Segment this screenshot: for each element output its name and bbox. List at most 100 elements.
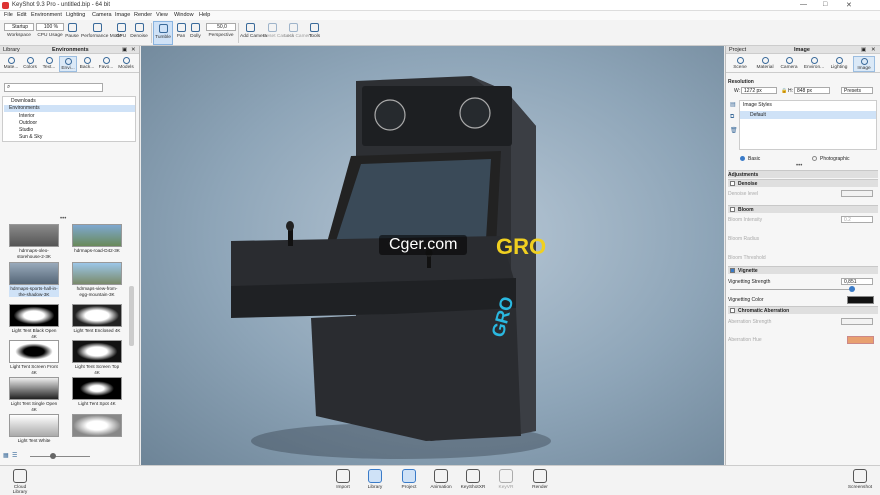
performance-mode-button[interactable]: Performance Mode [81,21,122,45]
width-field[interactable]: 1272 px [741,87,777,94]
keyshotxr-button[interactable]: KeyShotXR [459,469,487,490]
photographic-radio[interactable] [812,156,817,161]
tree-item-sun-sky[interactable]: Sun & Sky [19,134,42,140]
reset-camera-button[interactable]: Reset Camera [263,21,294,45]
tab-models[interactable]: Models [116,56,136,72]
tree-item-interior[interactable]: Interior [19,113,35,119]
tree-item-studio[interactable]: Studio [19,127,33,133]
import-button[interactable]: Import [329,469,357,490]
menu-edit[interactable]: Edit [17,12,26,18]
menu-file[interactable]: File [4,12,13,18]
tab-colors[interactable]: Colors [21,56,39,72]
project-button[interactable]: Project [395,469,423,490]
splitter-handle[interactable]: ••• [796,163,802,169]
list-view-icon[interactable]: ☰ [12,452,17,459]
thumb-light-tent-single-open[interactable]: Light Tent Single Open 4K [9,377,59,412]
denoise-button[interactable]: Denoise [129,21,149,45]
thumb-light-tent-black-open[interactable]: Light Tent Black Open 4K [9,304,59,339]
thumb-light-tent-extra[interactable] [72,414,122,438]
add-style-icon[interactable]: ▤ [730,101,736,108]
bloom-intensity-field[interactable]: 0.2 [841,216,873,223]
thumb-light-tent-enclosed[interactable]: Light Tent Enclosed 4K [72,304,122,334]
style-default-item[interactable]: Default [740,111,876,119]
pan-button[interactable]: Pan [175,21,187,45]
tab-backplates[interactable]: Back... [78,56,96,72]
delete-style-icon[interactable]: 🗑 [730,127,738,134]
dolly-button[interactable]: Dolly [189,21,202,45]
thumbnail-scrollbar[interactable] [129,286,134,346]
tumble-button[interactable]: Tumble [153,21,173,45]
grid-view-icon[interactable]: ▦ [3,452,9,459]
vignette-color-swatch[interactable] [847,296,874,304]
tree-item-downloads[interactable]: Downloads [11,98,36,104]
library-button[interactable]: Library [361,469,389,490]
tab-material[interactable]: Material [754,56,776,72]
tree-item-environments[interactable]: Environments [4,105,135,112]
render-viewport[interactable]: GRO GRO [141,46,724,465]
menu-window[interactable]: Window [174,12,194,18]
tab-scene[interactable]: Scene [730,56,750,72]
tab-environments[interactable]: Envi... [59,56,77,72]
thumb-road-d42[interactable]: hdrmaps-road-D42-3K [72,224,122,254]
thumb-sports-hall[interactable]: hdrmaps-sports-hall-in-the-shadow-3K [9,262,59,297]
thumb-light-tent-spot[interactable]: Light Tent Spot 4K [72,377,122,407]
minimize-button[interactable]: — [800,1,807,8]
menu-camera[interactable]: Camera [92,12,112,18]
tab-lighting[interactable]: Lighting [828,56,850,72]
close-icon[interactable]: ✕ [871,47,876,53]
tab-camera[interactable]: Camera [779,56,799,72]
basic-radio[interactable] [740,156,745,161]
aberration-strength-field[interactable] [841,318,873,325]
cpu-usage-dropdown[interactable]: 100 % CPU Usage [36,21,64,45]
library-search-input[interactable]: ⌕ [4,83,103,92]
thumb-egg-mountain[interactable]: hdrmaps-view-from-egg-mountain-3K [72,262,122,297]
screenshot-button[interactable]: Screenshot [846,469,874,490]
thumb-light-tent-screen-top[interactable]: Light Tent Screen Top 4K [72,340,122,375]
aberration-hue-swatch[interactable] [847,336,874,344]
tree-item-outdoor[interactable]: Outdoor [19,120,37,126]
bloom-section[interactable]: Bloom [728,205,878,213]
vignette-strength-slider[interactable] [730,289,855,290]
presets-dropdown[interactable]: Presets [841,87,873,94]
lock-camera-button[interactable]: Lock Camera [284,21,313,45]
pause-button[interactable]: Pause [65,21,79,45]
adjustments-section[interactable]: Adjustments [728,170,878,178]
gpu-button[interactable]: GPU [115,21,127,45]
keyvr-button[interactable]: KeyVR [492,469,520,490]
menu-image[interactable]: Image [115,12,130,18]
vignette-section[interactable]: Vignette [728,266,878,274]
menu-view[interactable]: View [156,12,168,18]
perspective-field[interactable]: 50,0 Perspective [206,21,236,45]
denoise-section[interactable]: Denoise [728,179,878,187]
duplicate-style-icon[interactable]: ⧉ [730,114,734,121]
tab-favorites[interactable]: Favo... [97,56,115,72]
tab-environment[interactable]: Environ... [802,56,826,72]
thumb-light-tent-white[interactable]: Light Tent White [9,414,59,444]
lock-aspect-icon[interactable]: 🔒 [781,88,787,94]
menu-environment[interactable]: Environment [31,12,62,18]
float-icon[interactable]: ▣ [122,47,127,53]
animation-button[interactable]: Animation [427,469,455,490]
maximize-button[interactable]: □ [823,1,827,8]
thumb-oleo-storehouse[interactable]: hdrmaps-oleo-storehouse-2-3K [9,224,59,259]
denoise-level-field[interactable] [841,190,873,197]
close-button[interactable]: ✕ [846,1,852,9]
float-icon[interactable]: ▣ [861,47,866,53]
menu-lighting[interactable]: Lighting [66,12,85,18]
add-camera-button[interactable]: Add Camera [240,21,267,45]
tab-materials[interactable]: Mate... [2,56,20,72]
vignette-strength-field[interactable]: 0,851 [841,278,873,285]
menu-help[interactable]: Help [199,12,210,18]
tools-button[interactable]: Tools [307,21,322,45]
close-icon[interactable]: ✕ [131,47,136,53]
tab-textures[interactable]: Text... [40,56,58,72]
vignette-slider-knob[interactable] [849,286,855,292]
tab-image[interactable]: Image [853,56,875,72]
chromatic-aberration-section[interactable]: Chromatic Aberration [728,306,878,314]
menu-render[interactable]: Render [134,12,152,18]
thumbnail-size-slider[interactable] [30,456,90,457]
workspace-dropdown[interactable]: Startup Workspace [4,21,34,45]
render-button[interactable]: Render [526,469,554,490]
thumb-light-tent-screen-front[interactable]: Light Tent Screen Front 4K [9,340,59,375]
height-field[interactable]: 848 px [794,87,830,94]
